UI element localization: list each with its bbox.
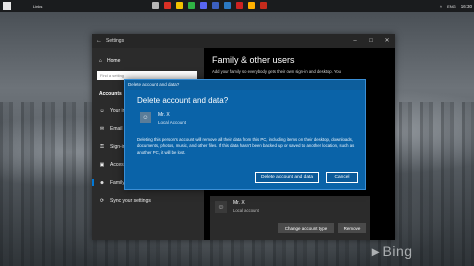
- nav-section-heading: Accounts: [99, 91, 122, 97]
- change-account-type-button[interactable]: Change account type: [278, 223, 334, 233]
- maximize-icon[interactable]: □: [363, 34, 379, 48]
- app-red-icon[interactable]: [164, 2, 171, 9]
- app-orange-icon[interactable]: [260, 2, 267, 9]
- nav-item-label: Sync your settings: [110, 198, 151, 204]
- account-name: Mr. X: [233, 200, 245, 206]
- back-arrow-icon[interactable]: ←: [92, 38, 106, 44]
- settings-title: Settings: [106, 38, 125, 44]
- dialog-heading: Delete account and data?: [137, 96, 229, 105]
- bing-watermark: ▸ Bing: [372, 243, 413, 260]
- dialog-user-name: Mr. X: [158, 112, 170, 118]
- taskbar-pinned-apps: [152, 2, 267, 9]
- briefcase-icon: ▣: [99, 162, 105, 168]
- system-tray: ˄ ENG 16:30: [440, 0, 472, 12]
- mail-icon: ✉: [99, 126, 105, 132]
- avatar-icon: ☺: [215, 201, 227, 213]
- delete-account-dialog: Delete account and data? Delete account …: [124, 79, 366, 190]
- nav-item-sync[interactable]: ⟳ Sync your settings: [99, 198, 151, 204]
- person-icon: ☺: [99, 108, 105, 114]
- taskbar-app-name[interactable]: Links: [33, 4, 42, 9]
- minimize-icon[interactable]: –: [347, 34, 363, 48]
- folder-icon[interactable]: [176, 2, 183, 9]
- page-subtitle: Add your family so everybody gets their …: [212, 69, 341, 74]
- dialog-account-type: Local Account: [158, 120, 187, 125]
- home-icon: ⌂: [99, 58, 103, 64]
- window-controls: – □ ✕: [347, 34, 395, 48]
- tray-time[interactable]: 16:30: [461, 4, 472, 9]
- bing-logo-icon: ▸: [372, 243, 380, 259]
- account-type: Local account: [233, 208, 259, 213]
- account-tile[interactable]: ☺ Mr. X Local account Change account typ…: [210, 196, 370, 240]
- app-blue-icon[interactable]: [212, 2, 219, 9]
- nav-home[interactable]: ⌂ Home: [99, 58, 120, 64]
- discord-icon[interactable]: [200, 2, 207, 9]
- settings-app-icon[interactable]: [224, 2, 231, 9]
- user-avatar-icon: ☺: [140, 112, 151, 123]
- dialog-body-text: Deleting this person's account will remo…: [137, 137, 355, 155]
- app-red2-icon[interactable]: [236, 2, 243, 9]
- remove-button[interactable]: Remove: [338, 223, 366, 233]
- tray-lang[interactable]: ENG: [447, 4, 456, 9]
- spotify-icon[interactable]: [188, 2, 195, 9]
- close-icon[interactable]: ✕: [379, 34, 395, 48]
- people-icon: ☻: [99, 180, 105, 186]
- start-icon[interactable]: [3, 2, 11, 10]
- dialog-titlebar: Delete account and data?: [125, 80, 365, 90]
- tray-chevron-icon[interactable]: ˄: [440, 4, 442, 9]
- page-title: Family & other users: [212, 55, 295, 65]
- key-icon: ⚿: [100, 144, 104, 150]
- bing-watermark-text: Bing: [382, 243, 413, 259]
- sync-icon: ⟳: [99, 198, 105, 204]
- file-explorer-icon[interactable]: [152, 2, 159, 9]
- taskbar: Links ˄ ENG 16:30: [0, 0, 474, 12]
- chrome-icon[interactable]: [248, 2, 255, 9]
- nav-home-label: Home: [107, 58, 121, 64]
- delete-account-and-data-button[interactable]: Delete account and data: [255, 172, 319, 183]
- settings-titlebar: ← Settings – □ ✕: [92, 34, 395, 48]
- cancel-button[interactable]: Cancel: [326, 172, 358, 183]
